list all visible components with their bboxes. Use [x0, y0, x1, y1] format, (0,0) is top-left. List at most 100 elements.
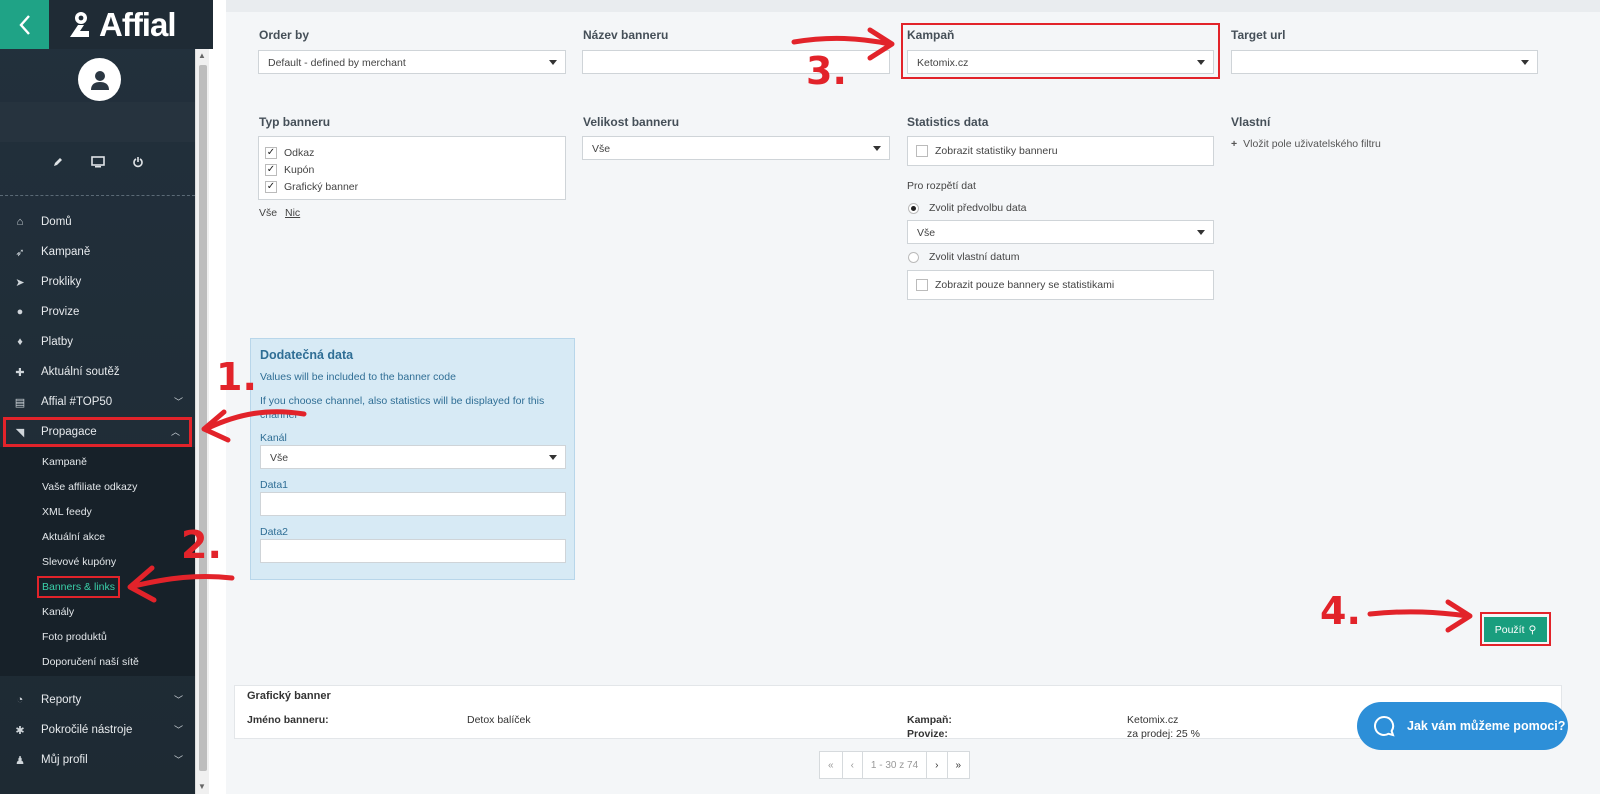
- checkmark-icon[interactable]: ✓: [265, 146, 277, 159]
- submenu-item-campaigns[interactable]: Kampaně: [0, 449, 195, 474]
- banner-type-option-link[interactable]: ✓ Odkaz: [265, 144, 559, 161]
- chevron-left-icon: [18, 14, 30, 35]
- sidebar-item-label: Aktuální soutěž: [41, 366, 120, 378]
- pager-prev-button[interactable]: ‹: [843, 752, 863, 778]
- sidebar-item-payments[interactable]: ♦ Platby: [0, 327, 195, 357]
- rocket-icon: ➶: [15, 246, 25, 259]
- sidebar-item-campaigns[interactable]: ➶ Kampaně: [0, 237, 195, 267]
- affial-logo-icon: [70, 11, 89, 37]
- custom-date-radio[interactable]: Zvolit vlastní datum: [908, 251, 1019, 263]
- sidebar-item-commissions[interactable]: ● Provize: [0, 297, 195, 327]
- order-by-value: Default - defined by merchant: [268, 57, 406, 69]
- order-by-label: Order by: [259, 28, 310, 42]
- only-with-stats-checkbox[interactable]: Zobrazit pouze bannery se statistikami: [907, 270, 1214, 300]
- pointer-icon: ➤: [15, 276, 25, 289]
- preset-date-value: Vše: [917, 227, 936, 239]
- pager-next-button[interactable]: ›: [927, 752, 948, 778]
- back-button[interactable]: [0, 0, 49, 49]
- result-title: Grafický banner: [247, 690, 331, 702]
- help-chat-button[interactable]: Jak vám můžeme pomoci?: [1357, 702, 1568, 750]
- annotation-step-2: 2.: [181, 523, 222, 567]
- banner-size-select[interactable]: Vše: [582, 136, 890, 160]
- checkmark-icon[interactable]: ✓: [265, 163, 277, 176]
- moneybag-icon: ♦: [17, 336, 23, 348]
- plus-icon: +: [1231, 138, 1238, 150]
- sidebar-divider: [0, 195, 195, 196]
- caret-down-icon: [1197, 230, 1205, 235]
- radio-empty-icon[interactable]: [908, 251, 919, 263]
- scroll-down-icon[interactable]: ▼: [198, 782, 206, 791]
- sidebar-item-clicks[interactable]: ➤ Prokliky: [0, 267, 195, 297]
- submenu-item-xml-feeds[interactable]: XML feedy: [0, 499, 195, 524]
- sidebar-item-promotion[interactable]: ◥ Propagace ︿: [3, 417, 192, 447]
- pager-last-button[interactable]: »: [948, 752, 970, 778]
- order-by-select[interactable]: Default - defined by merchant: [258, 50, 566, 74]
- banner-name-label: Název banneru: [583, 28, 669, 42]
- select-all-link[interactable]: Vše: [259, 207, 277, 219]
- extra-data-panel: Dodatečná data Values will be included t…: [250, 338, 575, 580]
- checkmark-icon[interactable]: ✓: [265, 180, 277, 193]
- scroll-up-icon[interactable]: ▲: [198, 51, 206, 60]
- power-icon[interactable]: [131, 155, 145, 169]
- sidebar-item-home[interactable]: ⌂ Domů: [0, 207, 195, 237]
- radio-label: Zvolit předvolbu data: [929, 202, 1027, 214]
- submenu-item-label: XML feedy: [42, 505, 92, 518]
- sidebar-item-top50[interactable]: ▤ Affial #TOP50 ﹀: [0, 387, 195, 417]
- sidebar-item-advanced-tools[interactable]: ✱ Pokročilé nástroje ﹀: [0, 715, 195, 745]
- submenu-item-label: Kanály: [42, 605, 75, 618]
- coins-icon: ●: [16, 306, 24, 318]
- banner-type-option-graphic[interactable]: ✓ Grafický banner: [265, 178, 559, 195]
- submenu-item-affiliate-links[interactable]: Vaše affiliate odkazy: [0, 474, 195, 499]
- sidebar-item-profile[interactable]: ♟ Můj profil ﹀: [0, 745, 195, 775]
- preset-date-radio[interactable]: Zvolit předvolbu data: [908, 202, 1026, 214]
- submenu-item-product-photos[interactable]: Foto produktů: [0, 624, 195, 649]
- preset-date-select[interactable]: Vše: [907, 220, 1214, 244]
- campaign-text: Ketomix.cz: [1127, 714, 1179, 726]
- target-url-select[interactable]: [1231, 50, 1538, 74]
- submenu-item-label: Foto produktů: [42, 630, 107, 643]
- caret-down-icon: [873, 146, 881, 151]
- sidebar-item-reports[interactable]: ◔ Reporty ﹀: [0, 685, 195, 715]
- data1-label: Data1: [260, 479, 289, 491]
- radio-label: Zvolit vlastní datum: [929, 251, 1020, 263]
- monitor-icon[interactable]: [90, 155, 105, 169]
- radio-selected-icon[interactable]: [908, 202, 919, 214]
- sidebar-item-contest[interactable]: ✚ Aktuální soutěž: [0, 357, 195, 387]
- chevron-down-icon: ﹀: [173, 695, 183, 705]
- banner-type-option-coupon[interactable]: ✓ Kupón: [265, 161, 559, 178]
- show-stats-checkbox[interactable]: Zobrazit statistiky banneru: [907, 136, 1214, 166]
- annotation-arrow-4: [1367, 599, 1473, 633]
- chart-icon: ◔: [16, 694, 24, 706]
- annotation-arrow-1: [201, 409, 307, 443]
- banner-type-list: ✓ Odkaz ✓ Kupón ✓ Grafický banner: [258, 136, 566, 200]
- sidebar-menu: ⌂ Domů ➶ Kampaně ➤ Prokliky ● Provize ♦ Platb…: [0, 207, 195, 676]
- help-chat-label: Jak vám můžeme pomoci?: [1407, 719, 1566, 733]
- data2-input[interactable]: [260, 539, 566, 563]
- select-none-link[interactable]: Nic: [285, 207, 300, 219]
- annotation-arrow-3: [791, 27, 895, 61]
- data1-input[interactable]: [260, 492, 566, 516]
- pager-first-button[interactable]: «: [820, 752, 843, 778]
- add-custom-filter-link[interactable]: + Vložit pole uživatelského filtru: [1231, 138, 1381, 150]
- checkbox-empty-icon[interactable]: [916, 145, 928, 157]
- extra-data-text1: Values will be included to the banner co…: [260, 371, 456, 383]
- sidebar-item-label: Reporty: [41, 694, 82, 706]
- puzzle-icon: ✚: [15, 366, 25, 379]
- channel-select[interactable]: Vše: [260, 445, 566, 469]
- sidebar-header: Affial: [0, 0, 213, 49]
- custom-filter-label: Vlastní: [1231, 115, 1271, 129]
- checkbox-empty-icon[interactable]: [916, 279, 928, 291]
- annotation-arrow-2: [127, 565, 235, 603]
- submenu-item-current-offers[interactable]: Aktuální akce: [0, 524, 195, 549]
- avatar[interactable]: [78, 58, 121, 101]
- banner-name-caption: Jméno banneru:: [247, 714, 329, 726]
- sidebar-item-label: Provize: [41, 306, 80, 318]
- sidebar-item-label: Platby: [41, 336, 73, 348]
- sidebar-item-label: Propagace: [41, 426, 97, 438]
- pencil-icon[interactable]: [51, 155, 65, 169]
- channel-value: Vše: [270, 452, 289, 464]
- checkbox-label: Zobrazit statistiky banneru: [935, 145, 1058, 157]
- caret-down-icon: [1521, 60, 1529, 65]
- submenu-item-label: Banners & links: [37, 575, 120, 598]
- submenu-item-recommendations[interactable]: Doporučení naší sítě: [0, 649, 195, 674]
